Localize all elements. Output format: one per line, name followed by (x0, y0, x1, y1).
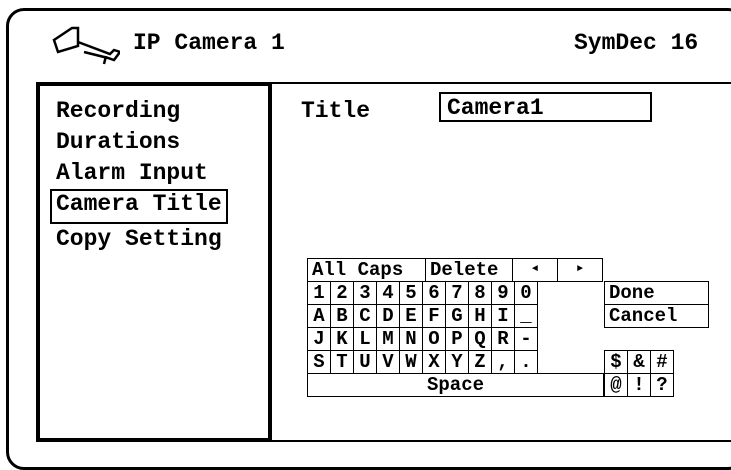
key[interactable]: L (353, 327, 377, 351)
key[interactable]: 1 (307, 281, 331, 305)
key[interactable]: S (307, 350, 331, 374)
key[interactable]: P (445, 327, 469, 351)
key[interactable]: Q (468, 327, 492, 351)
key[interactable]: F (422, 304, 446, 328)
key[interactable]: W (399, 350, 423, 374)
key[interactable]: 5 (399, 281, 423, 305)
key[interactable]: K (330, 327, 354, 351)
key[interactable]: U (353, 350, 377, 374)
key[interactable]: . (514, 350, 538, 374)
sidebar-item-recording[interactable]: Recording (52, 96, 228, 127)
key[interactable]: 7 (445, 281, 469, 305)
key[interactable]: 2 (330, 281, 354, 305)
delete-key[interactable]: Delete (425, 258, 513, 282)
space-key[interactable]: Space (307, 373, 604, 397)
key[interactable]: 8 (468, 281, 492, 305)
key[interactable]: Y (445, 350, 469, 374)
key[interactable]: ? (650, 373, 674, 397)
title-label: Title (301, 98, 371, 124)
key[interactable]: 0 (514, 281, 538, 305)
key[interactable]: H (468, 304, 492, 328)
key[interactable]: & (627, 350, 651, 374)
key[interactable]: O (422, 327, 446, 351)
sidebar-item-copy-setting[interactable]: Copy Setting (52, 224, 228, 255)
sidebar-item-durations[interactable]: Durations (52, 127, 228, 158)
key[interactable]: # (650, 350, 674, 374)
camera-icon (52, 26, 120, 65)
sidebar-item-camera-title[interactable]: Camera Title (50, 189, 228, 224)
key[interactable]: $ (604, 350, 628, 374)
symbol-row-1: $ & # (604, 350, 674, 374)
key[interactable]: _ (514, 304, 538, 328)
key[interactable]: J (307, 327, 331, 351)
cursor-left-key[interactable]: ◄ (512, 258, 558, 282)
sidebar-item-alarm-input[interactable]: Alarm Input (52, 158, 228, 189)
key[interactable]: E (399, 304, 423, 328)
key[interactable]: ! (627, 373, 651, 397)
key[interactable]: 6 (422, 281, 446, 305)
key[interactable]: G (445, 304, 469, 328)
camera-title: IP Camera 1 (133, 30, 285, 56)
key[interactable]: 3 (353, 281, 377, 305)
all-caps-key[interactable]: All Caps (307, 258, 426, 282)
key-row-3: J K L M N O P Q R - (307, 327, 538, 351)
key-row-1: 1 2 3 4 5 6 7 8 9 0 (307, 281, 538, 305)
cancel-button[interactable]: Cancel (604, 304, 709, 328)
date-display: SymDec 16 (574, 30, 699, 56)
done-button[interactable]: Done (604, 281, 709, 305)
key[interactable]: M (376, 327, 400, 351)
key[interactable]: D (376, 304, 400, 328)
key[interactable]: C (353, 304, 377, 328)
key[interactable]: 9 (491, 281, 515, 305)
key[interactable]: X (422, 350, 446, 374)
key[interactable]: B (330, 304, 354, 328)
key[interactable]: N (399, 327, 423, 351)
key[interactable]: A (307, 304, 331, 328)
key[interactable]: , (491, 350, 515, 374)
sidebar-menu: Recording Durations Alarm Input Camera T… (50, 96, 228, 255)
key[interactable]: T (330, 350, 354, 374)
key-row-2: A B C D E F G H I _ (307, 304, 538, 328)
key[interactable]: R (491, 327, 515, 351)
key[interactable]: @ (604, 373, 628, 397)
symbol-row-2: @ ! ? (604, 373, 674, 397)
key[interactable]: 4 (376, 281, 400, 305)
key[interactable]: V (376, 350, 400, 374)
cursor-right-key[interactable]: ► (557, 258, 603, 282)
key[interactable]: Z (468, 350, 492, 374)
header: IP Camera 1 SymDec 16 (0, 0, 731, 80)
key[interactable]: - (514, 327, 538, 351)
key-row-4: S T U V W X Y Z , . (307, 350, 538, 374)
title-input[interactable]: Camera1 (439, 92, 652, 122)
key[interactable]: I (491, 304, 515, 328)
sidebar: Recording Durations Alarm Input Camera T… (36, 82, 272, 442)
